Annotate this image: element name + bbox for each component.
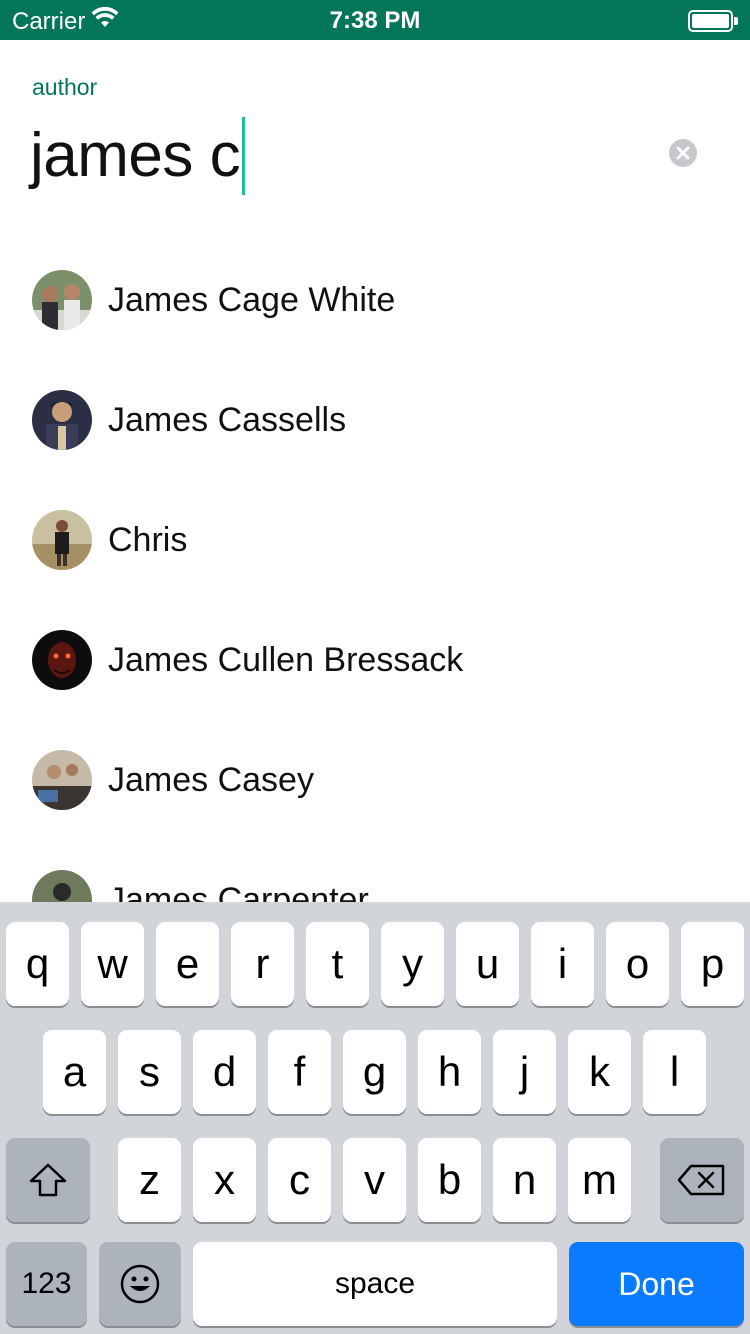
result-name: James Cullen Bressack [108,640,464,679]
avatar [32,750,92,810]
key-k[interactable]: k [568,1030,631,1114]
numbers-key[interactable]: 123 [6,1242,87,1326]
key-m[interactable]: m [568,1138,631,1222]
shift-key[interactable] [6,1138,90,1222]
key-l[interactable]: l [643,1030,706,1114]
backspace-icon [677,1164,725,1196]
backspace-key[interactable] [660,1138,744,1222]
list-item[interactable]: James Cassells [0,360,750,480]
shift-icon [29,1163,67,1197]
key-n[interactable]: n [493,1138,556,1222]
done-button[interactable]: Done [569,1242,744,1326]
list-item[interactable]: Chris [0,480,750,600]
search-input[interactable]: james c [30,117,246,195]
result-name: Chris [108,520,188,559]
key-g[interactable]: g [343,1030,406,1114]
avatar [32,270,92,330]
avatar [32,870,92,902]
key-e[interactable]: e [156,922,219,1006]
key-c[interactable]: c [268,1138,331,1222]
key-a[interactable]: a [43,1030,106,1114]
key-r[interactable]: r [231,922,294,1006]
key-s[interactable]: s [118,1030,181,1114]
list-item[interactable]: James Cage White [0,240,750,360]
key-p[interactable]: p [681,922,744,1006]
space-key[interactable]: space [193,1242,557,1326]
key-q[interactable]: q [6,922,69,1006]
key-u[interactable]: u [456,922,519,1006]
close-icon [676,146,690,160]
list-item[interactable]: James Casey [0,720,750,840]
key-z[interactable]: z [118,1138,181,1222]
key-i[interactable]: i [531,922,594,1006]
avatar [32,390,92,450]
key-h[interactable]: h [418,1030,481,1114]
key-x[interactable]: x [193,1138,256,1222]
result-name: James Cage White [108,280,396,319]
battery-icon [688,10,738,32]
key-t[interactable]: t [306,922,369,1006]
key-b[interactable]: b [418,1138,481,1222]
clear-search-button[interactable] [669,139,697,167]
key-j[interactable]: j [493,1030,556,1114]
status-time: 7:38 PM [329,7,421,34]
result-name: James Cassells [108,400,347,439]
key-o[interactable]: o [606,922,669,1006]
key-y[interactable]: y [381,922,444,1006]
search-query-text[interactable]: james c [30,118,241,194]
results-list: James Cage White James Cassells Chris Ja… [0,240,750,902]
emoji-icon [120,1264,160,1304]
result-name: James Carpenter [108,880,369,903]
list-item[interactable]: James Carpenter [0,840,750,902]
list-item[interactable]: James Cullen Bressack [0,600,750,720]
field-label: author [32,74,98,100]
result-name: James Casey [108,760,314,799]
status-bar: Carrier 7:38 PM [0,0,750,40]
avatar [32,630,92,690]
emoji-key[interactable] [99,1242,181,1326]
text-caret [242,117,246,195]
key-w[interactable]: w [81,922,144,1006]
key-d[interactable]: d [193,1030,256,1114]
key-v[interactable]: v [343,1138,406,1222]
keyboard: q w e r t y u i o p a s d f g h j k l z … [0,902,750,1334]
key-f[interactable]: f [268,1030,331,1114]
avatar [32,510,92,570]
